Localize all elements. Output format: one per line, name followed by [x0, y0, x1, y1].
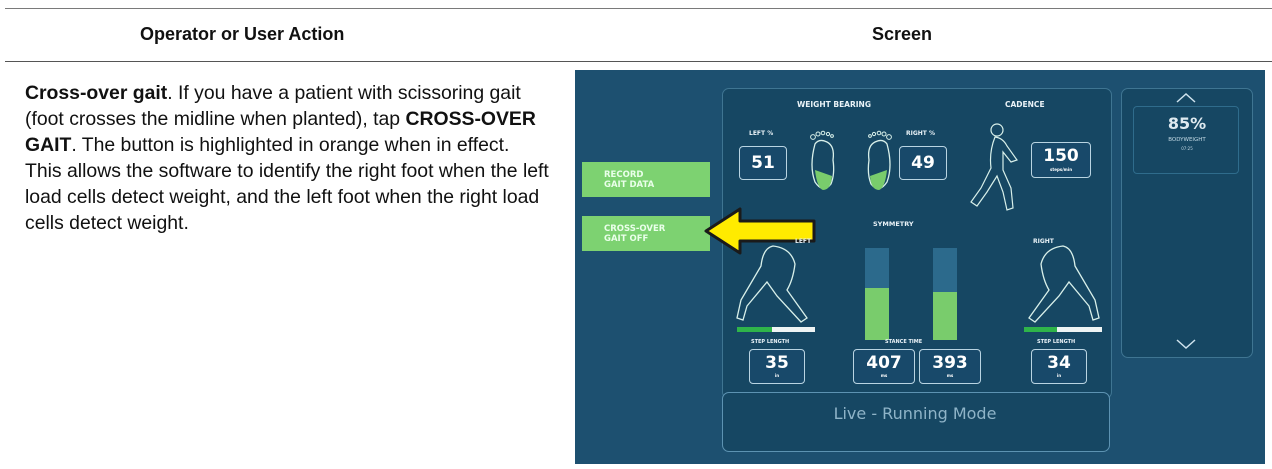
left-step-bar	[737, 327, 815, 332]
crossover-button-line2: GAIT OFF	[604, 234, 649, 244]
stance-right-box: 393 ms	[919, 349, 981, 384]
column-header-screen: Screen	[872, 24, 933, 44]
chevron-up-icon[interactable]	[1175, 92, 1197, 104]
symmetry-bar-right-fill	[933, 292, 957, 340]
stance-right-value: 393	[932, 353, 968, 373]
cadence-value: 150	[1043, 146, 1079, 166]
bodyweight-value: 85%	[1167, 114, 1207, 133]
crossover-button-line1: CROSS-OVER	[604, 224, 666, 234]
stance-right-unit: ms	[946, 373, 954, 378]
paragraph-text-b: . The button is highlighted in orange wh…	[25, 134, 549, 234]
table-top-rule	[5, 8, 1272, 9]
status-text: Live - Running Mode	[833, 404, 997, 423]
symmetry-label: SYMMETRY	[873, 220, 914, 228]
left-step-unit: in	[774, 373, 780, 378]
lead-term: Cross-over gait	[25, 82, 168, 104]
bodyweight-label: BODYWEIGHT	[1168, 137, 1206, 143]
stance-left-unit: ms	[880, 373, 888, 378]
left-step-bar-fill	[737, 327, 773, 332]
right-step-length-label: STEP LENGTH	[1037, 339, 1076, 345]
right-step-unit: in	[1056, 373, 1062, 378]
left-weight-value: 51	[739, 146, 787, 180]
right-weight-value: 49	[899, 146, 947, 180]
record-gait-data-button[interactable]: RECORD GAIT DATA	[582, 162, 710, 197]
bodyweight-sub: 07:25	[1181, 146, 1193, 151]
stance-left-box: 407 ms	[853, 349, 915, 384]
right-step-bar-fill	[1024, 327, 1057, 332]
record-button-line1: RECORD	[604, 170, 644, 180]
right-step-bar	[1024, 327, 1102, 332]
left-step-length-value: 35	[765, 353, 789, 373]
column-header-action: Operator or User Action	[140, 24, 345, 44]
stance-time-label: STANCE TIME	[885, 339, 923, 345]
right-step-length-box: 34 in	[1031, 349, 1087, 384]
left-step-length-label: STEP LENGTH	[751, 339, 790, 345]
symmetry-bar-left	[865, 248, 889, 340]
left-step-length-box: 35 in	[749, 349, 805, 384]
left-pct-label: LEFT %	[749, 130, 774, 137]
device-screen: WEIGHT BEARING CADENCE LEFT % RIGHT % 51…	[575, 70, 1265, 464]
right-step-length-value: 34	[1047, 353, 1071, 373]
weight-bearing-label: WEIGHT BEARING	[797, 100, 871, 109]
left-leg-icon	[736, 245, 808, 323]
cadence-label: CADENCE	[1005, 100, 1045, 109]
cadence-box: 150 steps/min	[1031, 142, 1091, 178]
right-leg-icon	[1028, 245, 1100, 323]
table-header-rule	[5, 61, 1272, 62]
symmetry-bar-left-fill	[865, 288, 889, 340]
symmetry-bar-right	[933, 248, 957, 340]
feet-icon	[810, 130, 892, 190]
right-pct-label: RIGHT %	[906, 130, 935, 137]
cross-over-gait-button[interactable]: CROSS-OVER GAIT OFF	[582, 216, 710, 251]
cadence-unit: steps/min	[1049, 167, 1073, 172]
instruction-paragraph: Cross-over gait. If you have a patient w…	[25, 80, 550, 236]
stance-left-value: 407	[866, 353, 902, 373]
record-button-line2: GAIT DATA	[604, 180, 655, 190]
walking-figure-icon	[970, 123, 1018, 211]
chevron-down-icon[interactable]	[1175, 338, 1197, 350]
